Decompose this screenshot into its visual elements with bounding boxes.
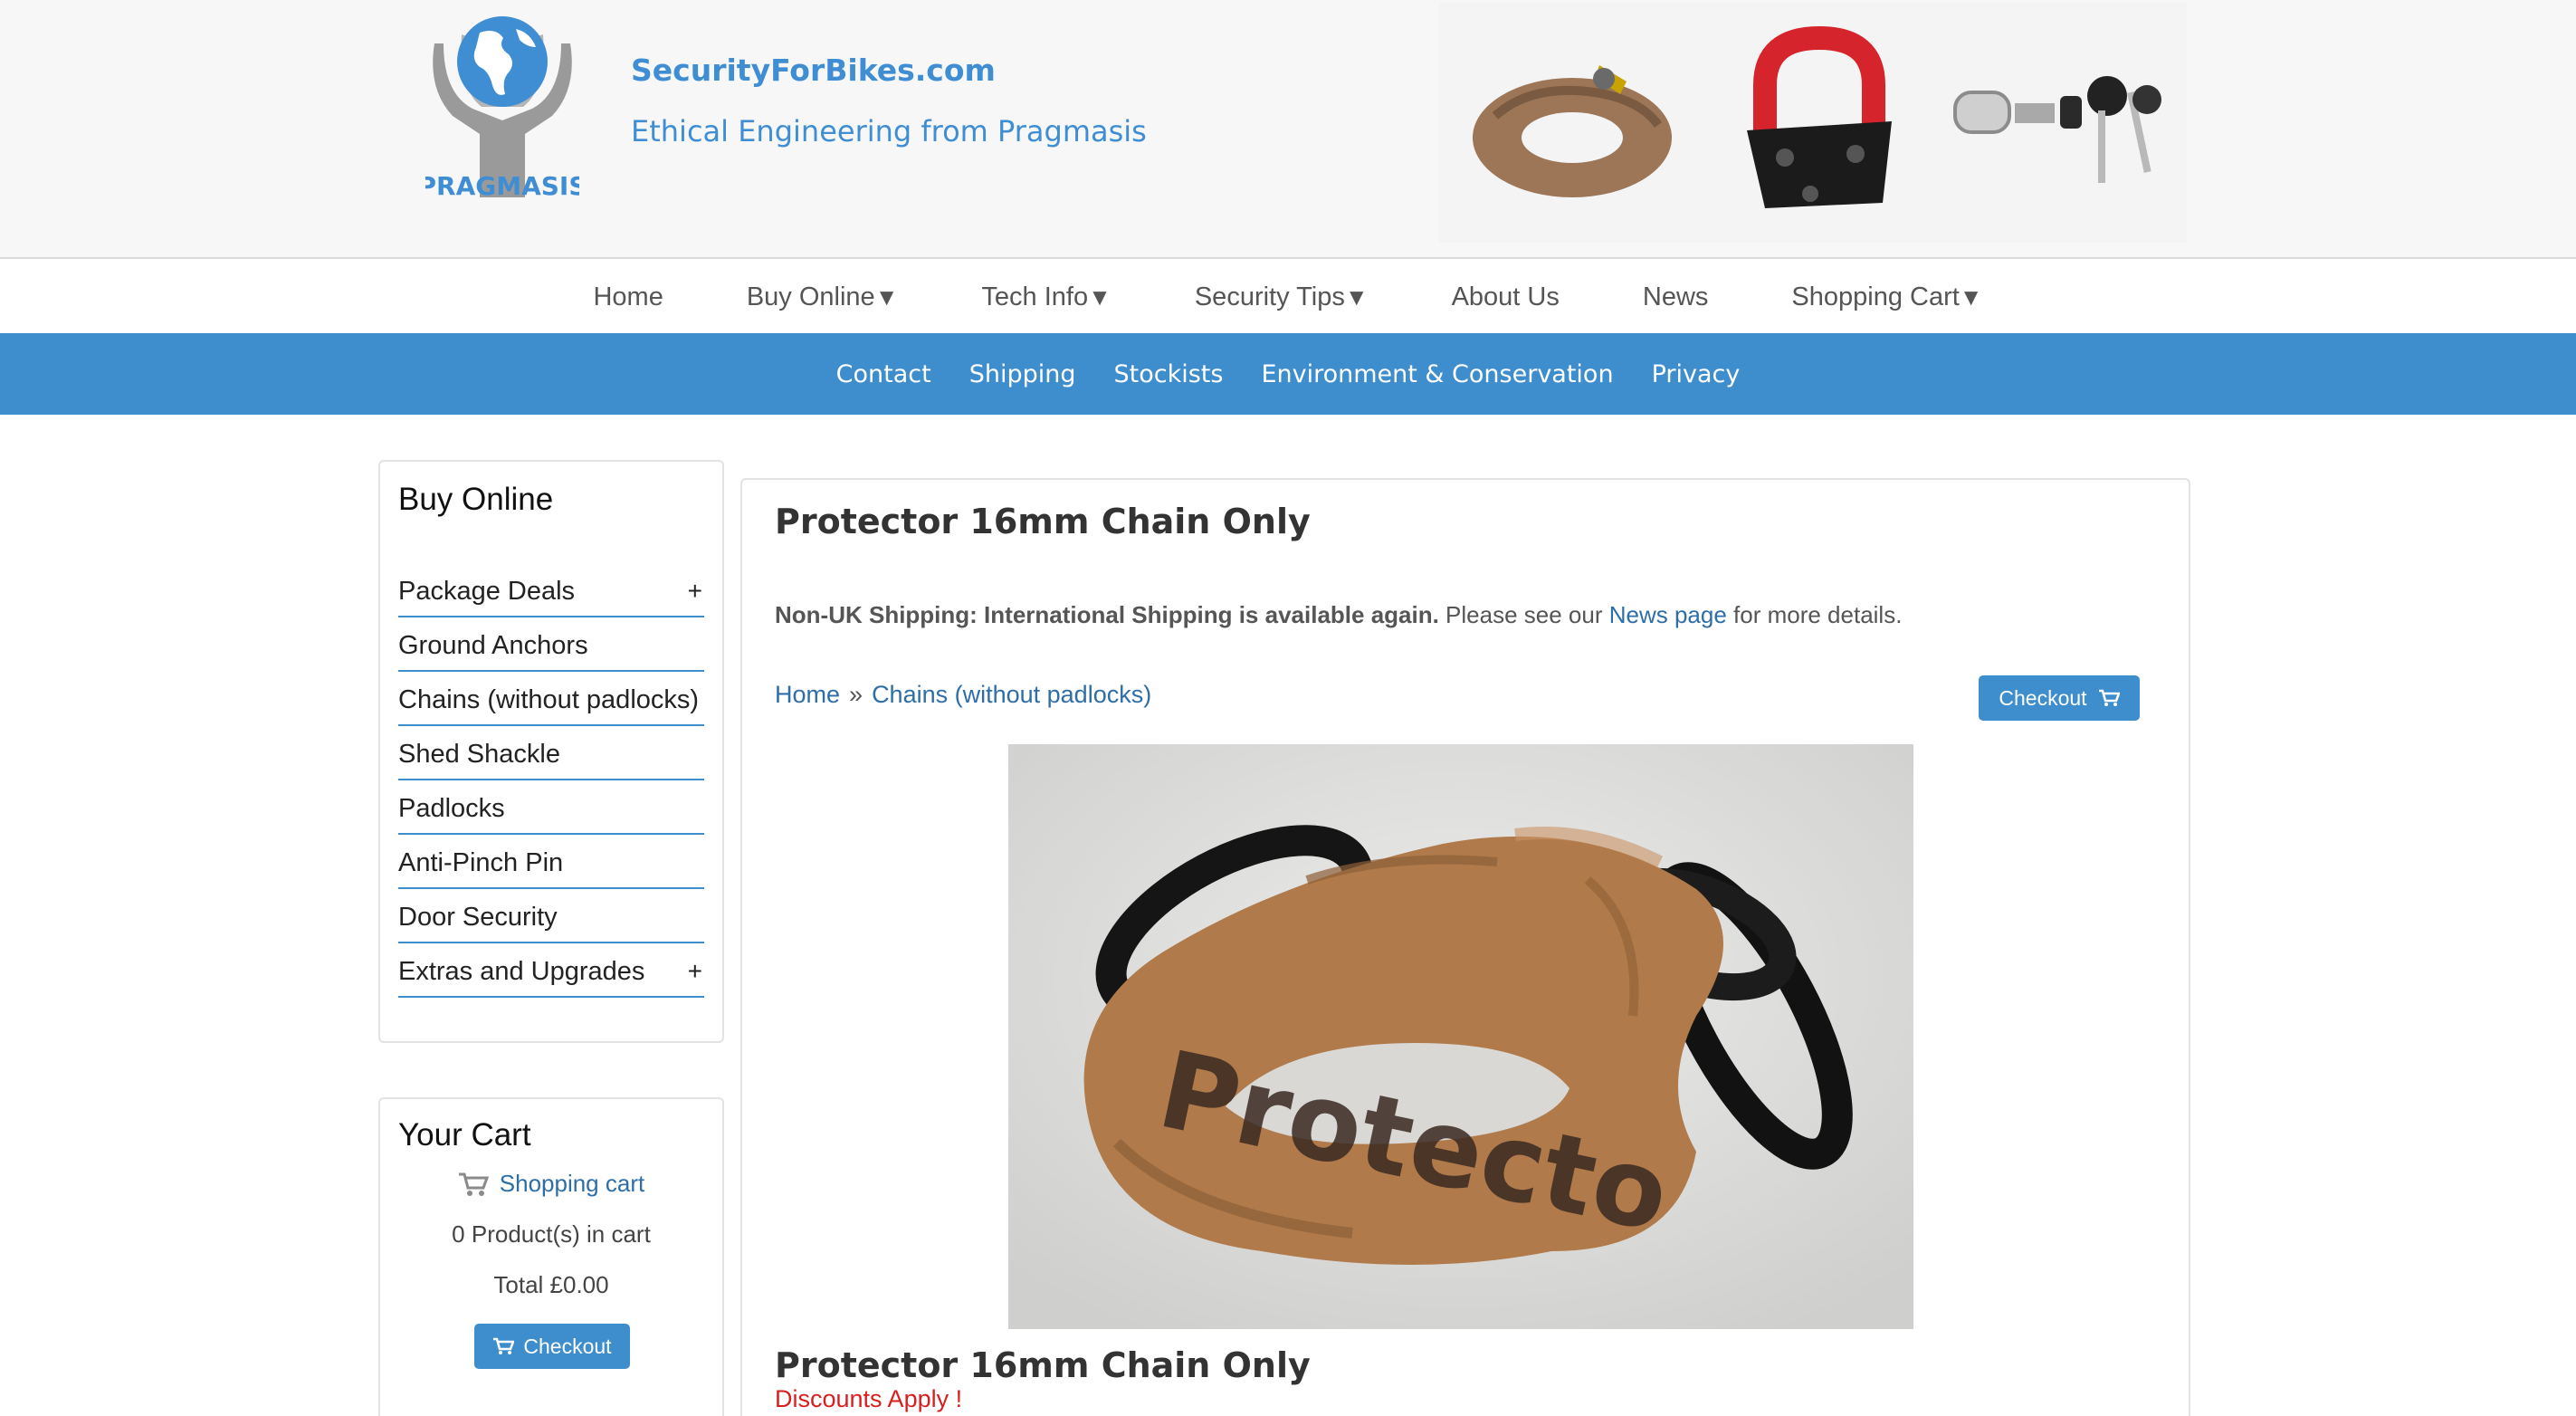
- cart-icon: [493, 1337, 515, 1354]
- caret-down-icon: ▼: [1088, 282, 1111, 311]
- category-label: Padlocks: [398, 793, 505, 823]
- category-label: Extras and Upgrades: [398, 956, 645, 986]
- protector-chain-photo: Protecto: [1008, 744, 1913, 1329]
- breadcrumb-home[interactable]: Home: [775, 681, 840, 708]
- product-content-panel: Protector 16mm Chain Only Non-UK Shippin…: [740, 478, 2190, 1416]
- nav-tech-info[interactable]: Tech Info▼: [981, 282, 1111, 312]
- category-label: Package Deals: [398, 576, 576, 606]
- nav-label: News: [1642, 282, 1709, 311]
- pragmasis-logo[interactable]: PRAGMASIS: [417, 7, 587, 225]
- nav-security-tips[interactable]: Security Tips▼: [1195, 282, 1369, 312]
- nav-shopping-cart[interactable]: Shopping Cart▼: [1791, 282, 1982, 312]
- breadcrumb-chains[interactable]: Chains (without padlocks): [872, 681, 1151, 708]
- main-navigation: Home Buy Online▼ Tech Info▼ Security Tip…: [0, 261, 2576, 333]
- site-name[interactable]: SecurityForBikes.com: [631, 53, 996, 88]
- sidebar-checkout-button[interactable]: Checkout: [474, 1324, 630, 1369]
- your-cart-title: Your Cart: [398, 1117, 531, 1153]
- product-image[interactable]: Protecto: [1008, 744, 1913, 1329]
- category-label: Chains (without padlocks): [398, 684, 700, 714]
- checkout-button[interactable]: Checkout: [1979, 675, 2140, 721]
- globe-hands-icon: PRAGMASIS: [417, 16, 587, 201]
- buy-online-panel: Buy Online Package Deals + Ground Anchors…: [378, 460, 724, 1043]
- category-door-security[interactable]: Door Security: [398, 889, 704, 943]
- expand-plus-icon[interactable]: +: [688, 577, 702, 606]
- cart-total: Total £0.00: [493, 1271, 609, 1298]
- category-shed-shackle[interactable]: Shed Shackle: [398, 726, 704, 780]
- nav-home[interactable]: Home: [593, 282, 663, 312]
- caret-down-icon: ▼: [1959, 282, 1983, 311]
- subnav-environment[interactable]: Environment & Conservation: [1261, 360, 1613, 388]
- category-label: Door Security: [398, 902, 558, 932]
- nav-label: Home: [593, 282, 663, 311]
- nav-news[interactable]: News: [1643, 282, 1709, 312]
- nav-label: Buy Online: [746, 282, 875, 311]
- shopping-cart-icon: [458, 1172, 489, 1196]
- header-banner-products: [1439, 2, 2187, 243]
- your-cart-panel: Your Cart Shopping cart 0 Product(s) in …: [378, 1097, 724, 1416]
- notice-text: Please see our: [1438, 601, 1609, 628]
- category-ground-anchors[interactable]: Ground Anchors: [398, 617, 704, 672]
- category-package-deals[interactable]: Package Deals +: [398, 563, 704, 617]
- nav-label: Security Tips: [1194, 282, 1345, 311]
- category-chains[interactable]: Chains (without padlocks): [398, 672, 704, 726]
- nav-buy-online[interactable]: Buy Online▼: [747, 282, 899, 312]
- expand-plus-icon[interactable]: +: [688, 957, 702, 986]
- news-page-link[interactable]: News page: [1609, 601, 1727, 628]
- secondary-navigation: Contact Shipping Stockists Environment &…: [0, 333, 2576, 415]
- notice-bold-text: Non-UK Shipping: International Shipping …: [775, 601, 1439, 628]
- logo-text: PRAGMASIS: [425, 171, 579, 201]
- category-list: Package Deals + Ground Anchors Chains (wi…: [398, 563, 704, 998]
- product-name: Protector 16mm Chain Only: [775, 1345, 1311, 1385]
- category-label: Anti-Pinch Pin: [398, 847, 564, 877]
- category-label: Shed Shackle: [398, 739, 560, 769]
- breadcrumb: Home » Chains (without padlocks): [775, 681, 1151, 709]
- banner-ground-anchor-image: [1747, 25, 1892, 208]
- nav-label: Shopping Cart: [1791, 282, 1960, 311]
- site-header: PRAGMASIS SecurityForBikes.com Ethical E…: [0, 0, 2576, 259]
- category-extras-upgrades[interactable]: Extras and Upgrades +: [398, 943, 704, 998]
- subnav-contact[interactable]: Contact: [836, 360, 931, 388]
- category-padlocks[interactable]: Padlocks: [398, 780, 704, 835]
- page-title: Protector 16mm Chain Only: [775, 502, 1311, 541]
- nav-label: Tech Info: [981, 282, 1089, 311]
- category-anti-pinch-pin[interactable]: Anti-Pinch Pin: [398, 835, 704, 889]
- checkout-label: Checkout: [523, 1334, 612, 1358]
- shipping-notice: Non-UK Shipping: International Shipping …: [775, 601, 1902, 629]
- shopping-cart-link-row: Shopping cart: [380, 1170, 722, 1198]
- caret-down-icon: ▼: [874, 282, 899, 311]
- banner-chain-image: [1473, 65, 1672, 197]
- site-tagline: Ethical Engineering from Pragmasis: [631, 114, 1147, 148]
- checkout-label: Checkout: [1999, 685, 2087, 710]
- nav-about-us[interactable]: About Us: [1452, 282, 1560, 312]
- notice-tail-text: for more details.: [1726, 601, 1903, 628]
- cart-icon: [2098, 689, 2120, 706]
- shopping-cart-link[interactable]: Shopping cart: [500, 1170, 644, 1198]
- subnav-shipping[interactable]: Shipping: [969, 360, 1076, 388]
- buy-online-title: Buy Online: [398, 482, 554, 517]
- caret-down-icon: ▼: [1344, 282, 1369, 311]
- cart-product-count: 0 Product(s) in cart: [452, 1220, 651, 1248]
- breadcrumb-separator: »: [849, 681, 863, 708]
- category-label: Ground Anchors: [398, 630, 588, 660]
- nav-label: About Us: [1451, 282, 1560, 311]
- subnav-privacy[interactable]: Privacy: [1652, 360, 1741, 388]
- banner-lock-keys-image: [1953, 76, 2161, 183]
- subnav-stockists[interactable]: Stockists: [1113, 360, 1223, 388]
- discount-notice: Discounts Apply !: [775, 1385, 963, 1412]
